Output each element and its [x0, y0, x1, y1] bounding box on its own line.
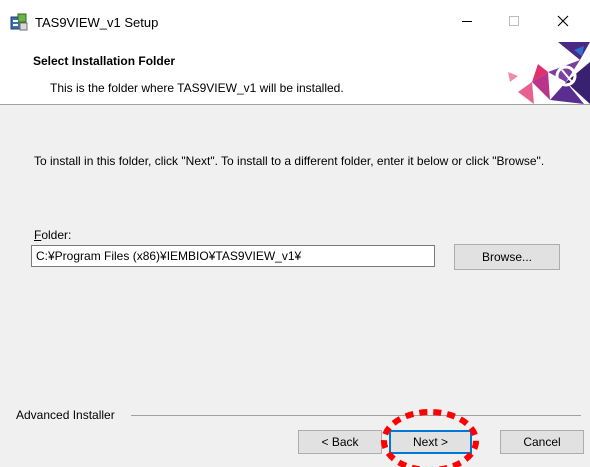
next-button[interactable]: Next > [389, 430, 472, 454]
folder-path-input[interactable] [31, 245, 435, 267]
header-divider [0, 104, 590, 105]
page-title: Select Installation Folder [33, 54, 176, 68]
window-title: TAS9VIEW_v1 Setup [35, 15, 159, 30]
browse-button[interactable]: Browse... [454, 244, 560, 270]
title-bar: TAS9VIEW_v1 Setup [0, 0, 590, 42]
cancel-button[interactable]: Cancel [500, 430, 584, 454]
maximize-button [491, 6, 537, 36]
folder-label-text: older: [41, 228, 72, 242]
installer-app-icon [10, 13, 28, 31]
maximize-icon [509, 16, 519, 26]
back-button[interactable]: < Back [298, 430, 382, 454]
installer-brand-label: Advanced Installer [16, 408, 119, 422]
minimize-icon [462, 21, 472, 22]
instructions-text: To install in this folder, click "Next".… [34, 154, 545, 168]
header-band: Select Installation Folder This is the f… [0, 42, 590, 104]
footer-divider [131, 415, 581, 416]
setup-window: TAS9VIEW_v1 Setup Select Installation Fo… [0, 0, 590, 467]
advanced-installer-logo-icon [508, 42, 590, 104]
close-icon [557, 15, 569, 27]
page-subtitle: This is the folder where TAS9VIEW_v1 wil… [50, 81, 344, 95]
close-button[interactable] [540, 6, 586, 36]
folder-label: Folder: [34, 228, 71, 242]
minimize-button[interactable] [444, 6, 490, 36]
